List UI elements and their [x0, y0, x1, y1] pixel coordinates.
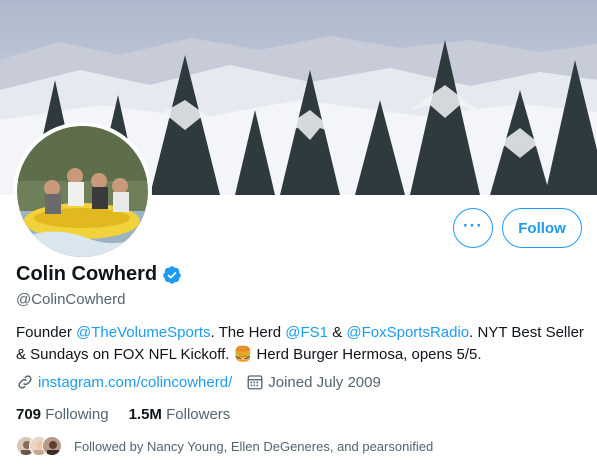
- followers-number: 1.5M: [128, 406, 162, 423]
- mention-link-thevolumesports[interactable]: @TheVolumeSports: [76, 324, 210, 341]
- followers-count[interactable]: 1.5M Followers: [129, 406, 231, 423]
- profile-handle: @ColinCowherd: [16, 291, 126, 308]
- mention-link-fs1[interactable]: @FS1: [285, 324, 328, 341]
- more-options-button[interactable]: ···: [453, 208, 493, 248]
- mention-link-foxsportsradio[interactable]: @FoxSportsRadio: [346, 324, 469, 341]
- follow-counts: 709 Following 1.5M Followers: [16, 406, 250, 423]
- joined-date: Joined July 2009: [268, 373, 381, 391]
- following-number: 709: [16, 406, 42, 423]
- bio-text: Founder: [16, 324, 77, 341]
- avatar-photo: [17, 126, 148, 257]
- verified-badge-icon: [163, 265, 181, 284]
- joined-item: Joined July 2009: [246, 373, 381, 391]
- follow-button[interactable]: Follow: [502, 208, 582, 248]
- followed-by[interactable]: Followed by Nancy Young, Ellen DeGeneres…: [16, 436, 433, 456]
- bio-text: &: [328, 324, 347, 341]
- website-link[interactable]: instagram.com/colincowherd/: [38, 374, 232, 391]
- profile-avatar[interactable]: [13, 122, 152, 261]
- profile-name: Colin Cowherd: [16, 263, 158, 285]
- link-icon: [18, 375, 32, 389]
- following-count[interactable]: 709 Following: [16, 406, 109, 423]
- profile-bio: Founder @TheVolumeSports. The Herd @FS1 …: [16, 322, 586, 366]
- following-label: Following: [45, 406, 109, 423]
- followers-label: Followers: [166, 406, 231, 423]
- website-item[interactable]: instagram.com/colincowherd/: [16, 373, 232, 391]
- followed-by-text: Followed by Nancy Young, Ellen DeGeneres…: [74, 438, 434, 454]
- avatar: [42, 436, 62, 456]
- profile-meta: instagram.com/colincowherd/ Joined July …: [16, 373, 395, 391]
- more-options-icon: ···: [463, 215, 483, 235]
- profile-name-row: Colin Cowherd: [16, 263, 182, 286]
- bio-text: . The Herd: [210, 324, 286, 341]
- calendar-icon: [247, 375, 263, 390]
